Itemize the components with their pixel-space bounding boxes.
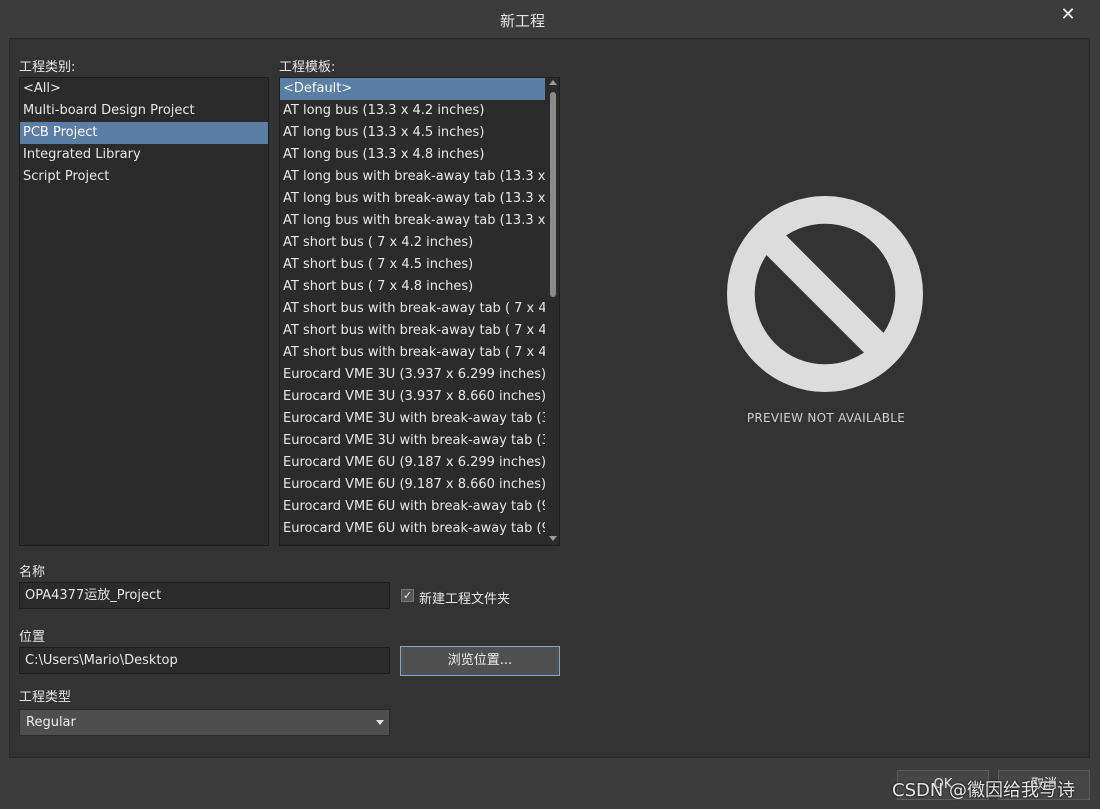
project-type-label: 工程类型 xyxy=(19,690,72,705)
prohibited-icon xyxy=(726,195,924,393)
template-item[interactable]: Eurocard VME 3U with break-away tab (3.9 xyxy=(280,430,545,452)
template-item[interactable]: <Default> xyxy=(280,78,545,100)
category-item[interactable]: Integrated Library xyxy=(20,144,268,166)
project-name-input[interactable]: OPA4377运放_Project xyxy=(19,582,390,609)
categories-label: 工程类别: xyxy=(19,60,76,75)
new-folder-checkbox[interactable]: ✓ xyxy=(401,589,414,602)
project-category-list[interactable]: <All> Multi-board Design Project PCB Proje… xyxy=(19,77,269,546)
close-icon[interactable]: ✕ xyxy=(1056,4,1080,28)
template-item[interactable]: AT short bus with break-away tab ( 7 x 4… xyxy=(280,320,545,342)
project-type-select[interactable]: Regular xyxy=(19,709,390,736)
templates-label: 工程模板: xyxy=(279,60,336,75)
template-item[interactable]: AT long bus with break-away tab (13.3 x … xyxy=(280,188,545,210)
template-item[interactable]: AT short bus with break-away tab ( 7 x 4… xyxy=(280,342,545,364)
scrollbar-thumb[interactable] xyxy=(550,92,556,297)
template-item[interactable]: AT long bus with break-away tab (13.3 x … xyxy=(280,210,545,232)
template-item[interactable]: AT long bus with break-away tab (13.3 x … xyxy=(280,166,545,188)
template-item[interactable]: Eurocard VME 3U (3.937 x 6.299 inches) xyxy=(280,364,545,386)
template-items: <Default> AT long bus (13.3 x 4.2 inches)… xyxy=(280,78,545,540)
location-label: 位置 xyxy=(19,630,46,645)
project-type-value: Regular xyxy=(26,715,76,730)
template-item[interactable]: AT long bus (13.3 x 4.8 inches) xyxy=(280,144,545,166)
chevron-down-icon[interactable] xyxy=(376,720,384,725)
template-item[interactable]: AT short bus with break-away tab ( 7 x 4… xyxy=(280,298,545,320)
category-item[interactable]: Multi-board Design Project xyxy=(20,100,268,122)
template-item[interactable]: AT short bus ( 7 x 4.8 inches) xyxy=(280,276,545,298)
category-item[interactable]: <All> xyxy=(20,78,268,100)
new-folder-label[interactable]: 新建工程文件夹 xyxy=(419,588,510,607)
browse-location-button[interactable]: 浏览位置... xyxy=(400,646,560,676)
location-input[interactable]: C:\Users\Mario\Desktop xyxy=(19,647,390,674)
dialog-title: 新工程 xyxy=(499,12,545,30)
template-item[interactable]: Eurocard VME 6U with break-away tab (9.1 xyxy=(280,518,545,540)
watermark: CSDN @徽因给我写诗 xyxy=(892,780,1076,801)
template-item[interactable]: Eurocard VME 3U (3.937 x 8.660 inches) xyxy=(280,386,545,408)
preview-not-available-text: PREVIEW NOT AVAILABLE xyxy=(746,411,906,425)
template-item[interactable]: Eurocard VME 6U (9.187 x 8.660 inches) xyxy=(280,474,545,496)
template-scrollbar[interactable] xyxy=(546,78,559,545)
template-item[interactable]: Eurocard VME 6U (9.187 x 6.299 inches) xyxy=(280,452,545,474)
project-template-list[interactable]: <Default> AT long bus (13.3 x 4.2 inches)… xyxy=(279,77,560,546)
scroll-up-icon[interactable] xyxy=(549,80,557,85)
template-item[interactable]: AT short bus ( 7 x 4.2 inches) xyxy=(280,232,545,254)
template-item[interactable]: AT short bus ( 7 x 4.5 inches) xyxy=(280,254,545,276)
template-item[interactable]: AT long bus (13.3 x 4.5 inches) xyxy=(280,122,545,144)
category-item[interactable]: Script Project xyxy=(20,166,268,188)
scroll-down-icon[interactable] xyxy=(549,536,557,541)
template-item[interactable]: AT long bus (13.3 x 4.2 inches) xyxy=(280,100,545,122)
name-label: 名称 xyxy=(19,565,46,580)
template-item[interactable]: Eurocard VME 3U with break-away tab (3.9 xyxy=(280,408,545,430)
template-item[interactable]: Eurocard VME 6U with break-away tab (9.1 xyxy=(280,496,545,518)
category-item[interactable]: PCB Project xyxy=(20,122,268,144)
